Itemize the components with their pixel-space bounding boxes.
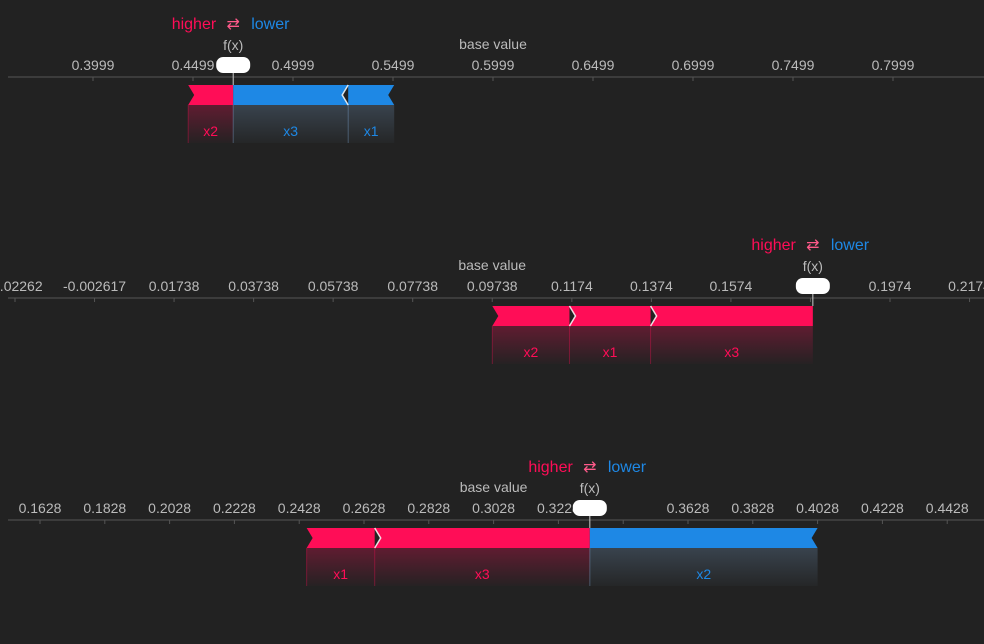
tick-label: 0.1828: [83, 500, 126, 516]
tick-label: 0.2628: [343, 500, 386, 516]
tick-label: 0.3028: [472, 500, 515, 516]
tick-label: 0.1574: [710, 278, 753, 294]
base-value-label: base value: [459, 36, 527, 52]
force-bar-x1: [348, 85, 395, 105]
tick-label: 0.2228: [213, 500, 256, 516]
tick-label: 0.2028: [148, 500, 191, 516]
tick-label: 0.09738: [467, 278, 518, 294]
tick-label: 0.01738: [149, 278, 200, 294]
feature-label-x2: x2: [696, 566, 711, 582]
tick-label: 0.2828: [407, 500, 450, 516]
tick-label: 0.07738: [387, 278, 438, 294]
tick-label: 0.4228: [861, 500, 904, 516]
legend-lower: lower: [251, 16, 290, 33]
tick-label: 0.4999: [272, 57, 315, 73]
feature-label-x1: x1: [603, 344, 618, 360]
tick-label: 0.7999: [872, 57, 915, 73]
feature-label-x2: x2: [523, 344, 538, 360]
tick-label: 0.3828: [731, 500, 774, 516]
force-plots: 0.3999 0.4499 0.4999 0.5499 0.5999 0.6499 0.69…: [0, 16, 984, 586]
legend-lower: lower: [831, 237, 870, 254]
tick-label: 0.3628: [667, 500, 710, 516]
force-plot-2: -0.02262 -0.002617 0.01738 0.03738 0.05738 0.…: [0, 237, 984, 364]
tick-label: 0.5499: [372, 57, 415, 73]
force-plot-3: 0.1628 0.1828 0.2028 0.2228 0.2428 0.2628 0.28…: [8, 459, 984, 586]
tick-label: 0.03738: [228, 278, 279, 294]
fx-value-bubble: [216, 57, 251, 73]
legend-arrow-icon: ⇄: [806, 237, 819, 254]
tick-label: 0.6999: [672, 57, 715, 73]
feature-label-x1: x1: [333, 566, 348, 582]
fx-label: f(x): [803, 258, 823, 274]
tick-label: 0.5999: [472, 57, 515, 73]
fx-value-bubble: [572, 500, 607, 516]
force-plot-1: 0.3999 0.4499 0.4999 0.5499 0.5999 0.6499 0.69…: [8, 16, 984, 143]
base-value-label: base value: [460, 479, 528, 495]
feature-label-x3: x3: [475, 566, 490, 582]
legend-arrow-icon: ⇄: [226, 16, 239, 33]
force-bar-x2: [492, 306, 570, 326]
tick-label: 0.6499: [572, 57, 615, 73]
force-bar-x2: [188, 85, 234, 105]
fx-label: f(x): [580, 480, 600, 496]
tick-label: 0.1374: [630, 278, 673, 294]
tick-label: -0.02262: [0, 278, 43, 294]
fx-label: f(x): [223, 37, 243, 53]
force-bar-x3: [233, 85, 349, 105]
tick-label: 0.7499: [772, 57, 815, 73]
tick-label: 0.2174: [948, 278, 984, 294]
legend-lower: lower: [608, 459, 647, 476]
legend-higher: higher: [172, 16, 217, 33]
feature-label-x3: x3: [283, 123, 298, 139]
tick-label: 0.4499: [172, 57, 215, 73]
force-bar-x3: [650, 306, 813, 326]
force-bar-x1: [569, 306, 651, 326]
tick-label: 0.4428: [926, 500, 969, 516]
legend-higher: higher: [751, 237, 796, 254]
base-value-label: base value: [458, 257, 526, 273]
legend-higher: higher: [528, 459, 573, 476]
feature-label-x3: x3: [724, 344, 739, 360]
force-bar-x1: [306, 528, 375, 548]
feature-label-x1: x1: [364, 123, 379, 139]
tick-label: 0.1974: [869, 278, 912, 294]
feature-label-x2: x2: [203, 123, 218, 139]
tick-label: 0.1174: [551, 278, 593, 294]
force-bar-x3: [374, 528, 590, 548]
tick-label: 0.4028: [796, 500, 839, 516]
fx-value-bubble: [795, 278, 830, 294]
tick-label: 0.05738: [308, 278, 359, 294]
force-bar-x2: [589, 528, 818, 548]
legend-arrow-icon: ⇄: [583, 459, 596, 476]
tick-label: 0.2428: [278, 500, 321, 516]
tick-label: -0.002617: [63, 278, 126, 294]
tick-label: 0.3999: [72, 57, 115, 73]
tick-label: 0.1628: [19, 500, 62, 516]
